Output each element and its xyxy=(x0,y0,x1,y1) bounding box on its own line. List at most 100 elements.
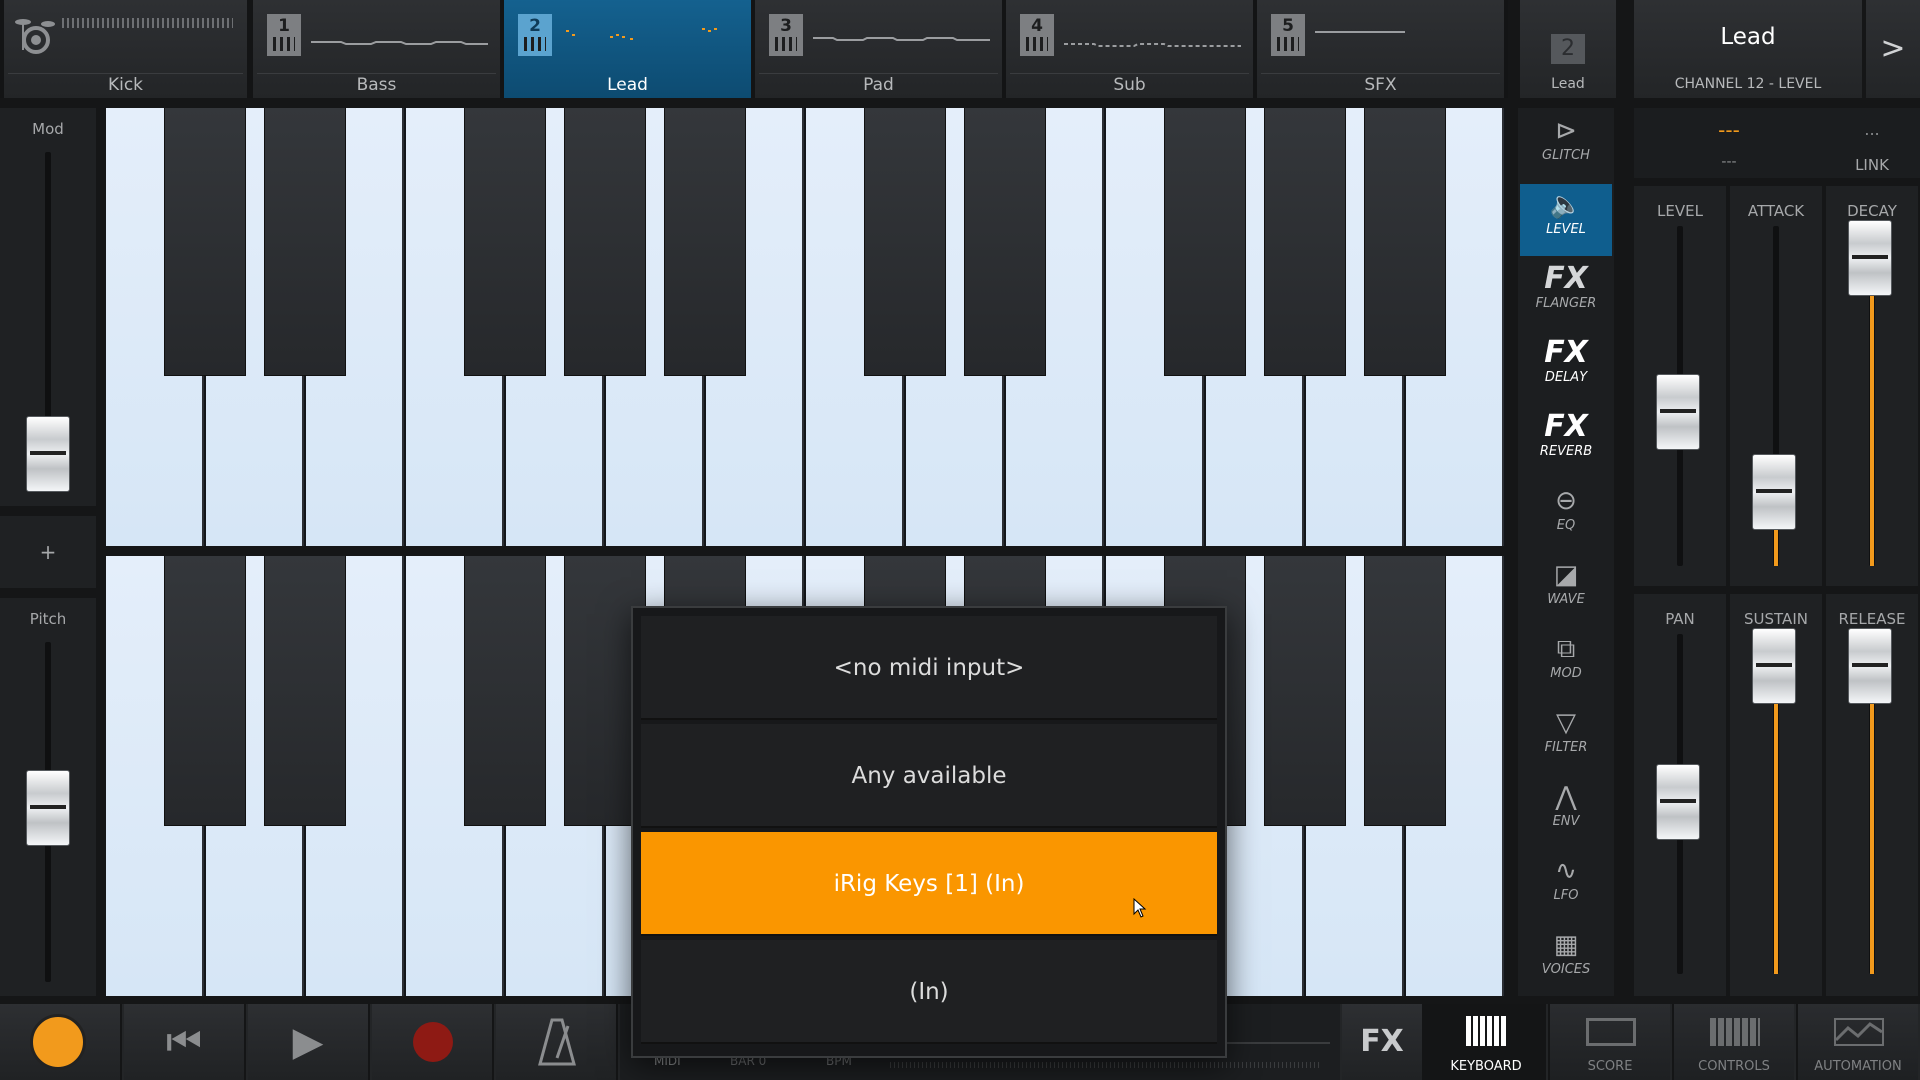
menu-reverb[interactable]: FX REVERB xyxy=(1520,406,1612,478)
black-key[interactable] xyxy=(264,556,346,826)
track-tab-lead[interactable]: 2 Lead xyxy=(504,0,753,98)
fx-button[interactable]: FX xyxy=(1342,1004,1424,1080)
menu-label: MOD xyxy=(1550,666,1582,681)
track-pattern xyxy=(1064,22,1241,48)
tab-score[interactable]: SCORE xyxy=(1548,1004,1670,1080)
fx-label: FX xyxy=(1360,1024,1404,1059)
link-area: --- --- ... LINK xyxy=(1634,108,1920,178)
pan-strip: PAN xyxy=(1634,594,1726,996)
midi-option-none[interactable]: <no midi input> xyxy=(641,616,1217,720)
fx-icon: FX xyxy=(1544,409,1588,444)
menu-flanger[interactable]: FX FLANGER xyxy=(1520,258,1612,330)
link-dots[interactable]: ... xyxy=(1824,120,1920,139)
wave-icon: ◪ xyxy=(1553,560,1579,590)
release-fader[interactable] xyxy=(1848,628,1892,704)
track-pattern xyxy=(311,22,488,48)
menu-delay[interactable]: FX DELAY xyxy=(1520,332,1612,404)
midi-option-irig-keys[interactable]: iRig Keys [1] (In) xyxy=(641,832,1217,936)
menu-level[interactable]: 🔈 LEVEL xyxy=(1520,184,1612,256)
play-button[interactable]: ▶ xyxy=(248,1004,370,1080)
selected-track-badge[interactable]: 2 Lead xyxy=(1520,0,1616,98)
track-number: 4 xyxy=(1031,16,1043,36)
pitch-wheel-handle[interactable] xyxy=(26,770,70,846)
track-divider xyxy=(1010,73,1249,74)
menu-label: LFO xyxy=(1553,888,1579,903)
black-key[interactable] xyxy=(164,556,246,826)
track-tab-sfx[interactable]: 5 SFX xyxy=(1257,0,1506,98)
black-key[interactable] xyxy=(1164,108,1246,376)
tab-controls[interactable]: CONTROLS xyxy=(1672,1004,1794,1080)
attack-fader[interactable] xyxy=(1752,454,1796,530)
menu-lfo[interactable]: ∿ LFO xyxy=(1520,850,1612,922)
controls-icon xyxy=(1710,1018,1760,1046)
track-divider xyxy=(759,73,998,74)
track-tab-bass[interactable]: 1 Bass xyxy=(253,0,502,98)
menu-filter[interactable]: ▽ FILTER xyxy=(1520,702,1612,774)
link-button[interactable]: LINK xyxy=(1824,156,1920,174)
voices-icon: ▦ xyxy=(1553,930,1579,960)
track-name: Bass xyxy=(356,75,397,95)
timeline-line xyxy=(1220,1042,1330,1044)
track-tab-kick[interactable]: Kick xyxy=(4,0,249,98)
track-tab-sub[interactable]: 4 Sub xyxy=(1006,0,1255,98)
app-menu-button[interactable] xyxy=(0,1004,122,1080)
menu-label: WAVE xyxy=(1547,592,1585,607)
black-key[interactable] xyxy=(964,108,1046,376)
tab-automation[interactable]: AUTOMATION xyxy=(1796,1004,1918,1080)
link-value: --- xyxy=(1718,118,1740,142)
midi-option-in[interactable]: (In) xyxy=(641,940,1217,1044)
midi-input-dialog: <no midi input> Any available iRig Keys … xyxy=(631,606,1227,1058)
keyboard-upper[interactable] xyxy=(106,108,1505,546)
decay-label: DECAY xyxy=(1847,202,1897,220)
menu-mod[interactable]: ⧉ MOD xyxy=(1520,628,1612,700)
channel-subtitle: CHANNEL 12 - LEVEL xyxy=(1674,76,1822,92)
black-key[interactable] xyxy=(164,108,246,376)
menu-label: EQ xyxy=(1556,518,1576,533)
black-key[interactable] xyxy=(464,556,546,826)
menu-voices[interactable]: ▦ VOICES xyxy=(1520,924,1612,996)
midi-option-any[interactable]: Any available xyxy=(641,724,1217,828)
pitch-panel: Pitch xyxy=(0,598,96,996)
track-name: SFX xyxy=(1364,75,1397,95)
metronome-button[interactable] xyxy=(496,1004,618,1080)
menu-label: LEVEL xyxy=(1546,222,1586,237)
pan-label: PAN xyxy=(1665,610,1695,628)
mod-wheel-handle[interactable] xyxy=(26,416,70,492)
decay-fader[interactable] xyxy=(1848,220,1892,296)
release-label: RELEASE xyxy=(1838,610,1906,628)
black-key[interactable] xyxy=(264,108,346,376)
black-key[interactable] xyxy=(1364,108,1446,376)
record-button[interactable] xyxy=(372,1004,494,1080)
rewind-button[interactable]: ⏮ xyxy=(124,1004,246,1080)
sustain-fader[interactable] xyxy=(1752,628,1796,704)
black-key[interactable] xyxy=(464,108,546,376)
black-key[interactable] xyxy=(564,108,646,376)
add-icon: + xyxy=(39,540,57,564)
black-key[interactable] xyxy=(1264,108,1346,376)
next-channel-button[interactable]: > xyxy=(1866,0,1920,98)
track-number: 3 xyxy=(780,16,792,36)
mod-panel: Mod xyxy=(0,108,96,506)
tab-keyboard[interactable]: KEYBOARD xyxy=(1424,1004,1546,1080)
menu-env[interactable]: ⋀ ENV xyxy=(1520,776,1612,848)
level-fader[interactable] xyxy=(1656,374,1700,450)
channel-header: Lead CHANNEL 12 - LEVEL xyxy=(1634,0,1862,98)
menu-glitch[interactable]: ⊳ GLITCH xyxy=(1520,110,1612,182)
black-key[interactable] xyxy=(864,108,946,376)
drum-kit-icon xyxy=(14,10,56,54)
pan-fader[interactable] xyxy=(1656,764,1700,840)
black-key[interactable] xyxy=(664,108,746,376)
envelope-icon: ⋀ xyxy=(1555,782,1577,812)
menu-label: GLITCH xyxy=(1542,148,1590,163)
speaker-icon: 🔈 xyxy=(1549,190,1583,220)
add-controller-button[interactable]: + xyxy=(0,516,96,588)
mouse-cursor xyxy=(1133,897,1147,918)
sustain-strip: SUSTAIN xyxy=(1730,594,1822,996)
track-tab-pad[interactable]: 3 Pad xyxy=(755,0,1004,98)
menu-eq[interactable]: ⊖ EQ xyxy=(1520,480,1612,552)
menu-wave[interactable]: ◪ WAVE xyxy=(1520,554,1612,626)
black-key[interactable] xyxy=(1364,556,1446,826)
selected-track-number: 2 xyxy=(1551,34,1585,64)
black-key[interactable] xyxy=(1264,556,1346,826)
release-strip: RELEASE xyxy=(1826,594,1918,996)
